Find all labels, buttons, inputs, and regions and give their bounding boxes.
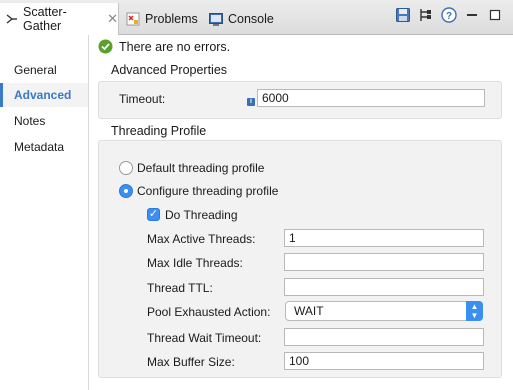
tab-console[interactable]: Console	[209, 4, 274, 34]
sidebar-item-metadata[interactable]: Metadata	[0, 135, 88, 159]
do-threading-label[interactable]: Do Threading	[165, 208, 238, 222]
console-icon	[209, 12, 223, 26]
check-circle-icon	[98, 39, 113, 54]
view-toolbar: ?	[394, 6, 503, 23]
minimize-icon[interactable]	[463, 6, 480, 23]
tab-label: Problems	[145, 12, 198, 26]
status-message: There are no errors.	[98, 39, 230, 54]
default-profile-radio[interactable]	[119, 161, 133, 175]
timeout-label: Timeout:	[119, 92, 166, 106]
max-idle-threads-label: Max Idle Threads:	[147, 256, 243, 270]
advanced-properties-title: Advanced Properties	[111, 63, 228, 77]
configure-profile-label[interactable]: Configure threading profile	[137, 184, 278, 198]
info-icon: i	[247, 98, 255, 106]
pool-exhausted-action-value: WAIT	[294, 304, 324, 318]
pool-exhausted-action-label: Pool Exhausted Action:	[147, 305, 271, 319]
tab-label: Console	[228, 12, 274, 26]
scatter-gather-icon	[6, 13, 18, 25]
tab-label: Scatter-Gather	[23, 5, 67, 33]
close-icon[interactable]: ✕	[107, 11, 118, 27]
tab-scatter-gather[interactable]: Scatter-Gather ✕	[0, 3, 119, 35]
thread-wait-timeout-input[interactable]	[284, 328, 484, 346]
threading-profile-group: Default threading profile Configure thre…	[98, 140, 502, 378]
do-threading-checkbox[interactable]: ✓	[147, 208, 160, 221]
max-active-threads-input[interactable]: 1	[284, 229, 484, 247]
max-idle-threads-input[interactable]	[284, 253, 484, 271]
problems-icon	[126, 12, 140, 26]
default-profile-label[interactable]: Default threading profile	[137, 161, 264, 175]
svg-text:?: ?	[445, 11, 451, 22]
sidebar-item-general[interactable]: General	[0, 58, 88, 82]
editor-tab-bar: Scatter-Gather ✕ Problems Console ?	[0, 0, 513, 35]
sidebar-item-advanced[interactable]: Advanced	[0, 83, 88, 107]
max-buffer-size-label: Max Buffer Size:	[147, 355, 235, 369]
max-buffer-size-input[interactable]: 100	[284, 352, 484, 370]
properties-panel: There are no errors. Advanced Properties…	[89, 35, 513, 390]
chevron-up-down-icon: ▲ ▼	[466, 301, 483, 321]
advanced-properties-group: Timeout: i 6000	[98, 81, 502, 119]
help-icon[interactable]: ?	[440, 6, 457, 23]
sidebar-item-notes[interactable]: Notes	[0, 109, 88, 133]
flow-icon[interactable]	[417, 6, 434, 23]
pool-exhausted-action-select[interactable]: WAIT ▲ ▼	[285, 301, 483, 321]
timeout-input[interactable]: 6000	[257, 89, 485, 107]
tab-problems[interactable]: Problems	[126, 4, 198, 34]
thread-ttl-input[interactable]	[284, 278, 484, 296]
status-text: There are no errors.	[119, 39, 231, 54]
save-icon[interactable]	[394, 6, 411, 23]
max-active-threads-label: Max Active Threads:	[147, 232, 256, 246]
thread-ttl-label: Thread TTL:	[147, 281, 213, 295]
threading-profile-title: Threading Profile	[111, 124, 207, 138]
thread-wait-timeout-label: Thread Wait Timeout:	[147, 331, 262, 345]
maximize-icon[interactable]	[486, 6, 503, 23]
sidebar-nav: General Advanced Notes Metadata	[0, 35, 89, 390]
configure-profile-radio[interactable]	[119, 184, 133, 198]
